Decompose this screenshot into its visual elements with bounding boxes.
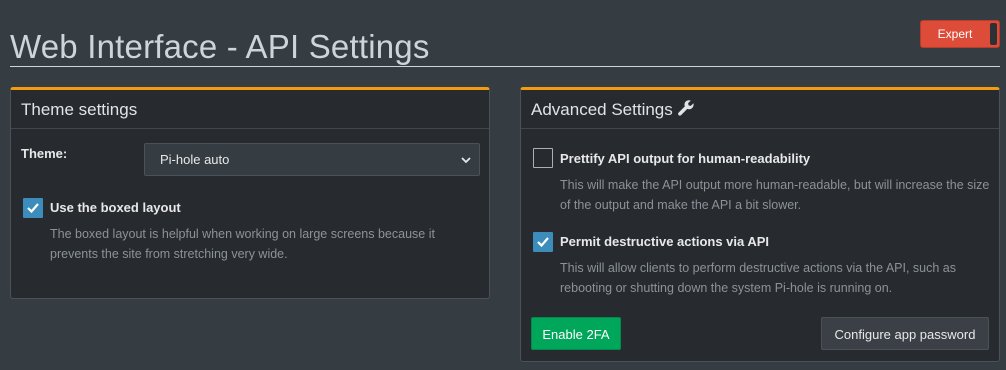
advanced-settings-title: Advanced Settings: [531, 100, 673, 119]
boxed-layout-description: The boxed layout is helpful when working…: [50, 227, 435, 261]
theme-settings-header: Theme settings: [11, 90, 489, 129]
checkmark-icon: [27, 203, 39, 214]
prettify-checkbox[interactable]: [533, 148, 553, 168]
toggle-knob[interactable]: [990, 23, 997, 45]
checkmark-icon: [537, 237, 549, 248]
theme-settings-title: Theme settings: [21, 100, 138, 119]
theme-select[interactable]: Pi-hole auto: [144, 143, 480, 176]
advanced-settings-box: Advanced Settings Prettify API output fo…: [520, 87, 1000, 362]
destructive-actions-checkbox[interactable]: [533, 232, 553, 252]
boxed-layout-label[interactable]: Use the boxed layout: [50, 200, 181, 215]
theme-label: Theme:: [21, 146, 68, 161]
title-divider: [10, 66, 1000, 67]
theme-settings-box: Theme settings Theme: Pi-hole auto Use t…: [10, 87, 490, 299]
page-title: Web Interface - API Settings: [10, 28, 430, 66]
chevron-down-icon: [461, 157, 471, 164]
expert-toggle-label: Expert: [937, 27, 973, 41]
destructive-actions-description: This will allow clients to perform destr…: [560, 261, 956, 295]
configure-app-password-button[interactable]: Configure app password: [821, 317, 989, 350]
destructive-actions-label[interactable]: Permit destructive actions via API: [560, 234, 769, 249]
theme-select-value: Pi-hole auto: [160, 152, 230, 167]
advanced-settings-header: Advanced Settings: [521, 90, 999, 129]
expert-mode-toggle[interactable]: Expert: [920, 20, 1000, 48]
prettify-description: This will make the API output more human…: [560, 178, 990, 212]
enable-2fa-button[interactable]: Enable 2FA: [531, 317, 621, 350]
wrench-icon: [678, 100, 694, 116]
prettify-label[interactable]: Prettify API output for human-readabilit…: [560, 151, 810, 166]
boxed-layout-checkbox[interactable]: [23, 198, 43, 218]
